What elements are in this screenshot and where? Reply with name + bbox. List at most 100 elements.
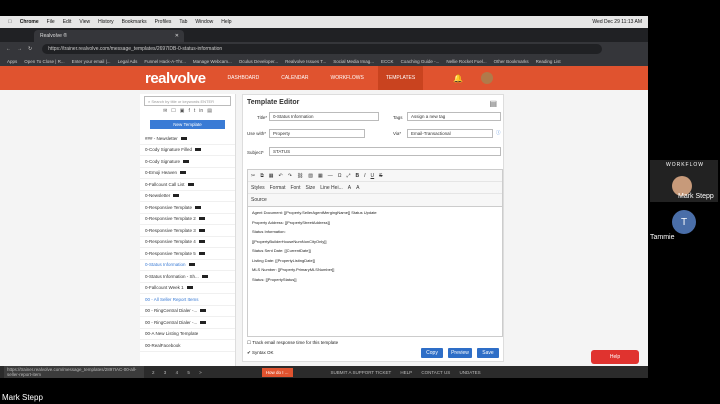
menu-history[interactable]: History <box>98 19 114 25</box>
bookmark-item[interactable]: Nellie Rocket Fuel... <box>446 59 486 64</box>
title-field[interactable]: 0-Status Information <box>269 112 379 121</box>
save-button[interactable]: Save <box>477 348 499 358</box>
list-item[interactable]: 0-Cody Signature Filled <box>140 145 235 156</box>
list-item[interactable]: 0-Responsive Template 3 <box>140 225 235 237</box>
page-4[interactable]: 4 <box>176 370 179 375</box>
list-item[interactable]: 0-Responsive Template 2 <box>140 214 235 225</box>
menu-edit[interactable]: Edit <box>63 19 72 25</box>
bookmark-item[interactable]: Legal Ads <box>118 59 138 64</box>
copy-button[interactable]: Copy <box>421 348 443 358</box>
text-color-icon[interactable]: A <box>348 185 351 191</box>
facebook-filter-icon[interactable]: f <box>189 108 190 114</box>
how-do-i-widget[interactable]: How do I ... <box>261 367 293 377</box>
list-item[interactable]: 00-A New Listing Template <box>140 329 235 340</box>
document-filter-icon[interactable]: ▤ <box>207 108 212 114</box>
undo-icon[interactable]: ↶ <box>279 173 283 179</box>
bookmark-item[interactable]: Realvolve Issues T... <box>285 59 326 64</box>
list-item-active[interactable]: 0-Status Information <box>140 260 235 271</box>
tags-select[interactable]: Assign a new tag <box>407 112 501 121</box>
list-item[interactable]: 0-Responsive Template 4 <box>140 237 235 248</box>
page-5[interactable]: 5 <box>187 370 190 375</box>
list-item[interactable]: 00 - All Seller Report Items <box>140 294 235 306</box>
bookmark-item[interactable]: Reading List <box>536 59 561 64</box>
bookmark-item[interactable]: Other Bookmarks <box>494 59 529 64</box>
contact-link[interactable]: CONTACT US <box>421 370 450 375</box>
menu-chrome[interactable]: Chrome <box>20 19 39 25</box>
bookmark-item[interactable]: ECCK <box>381 59 394 64</box>
reload-icon[interactable]: ↻ <box>28 46 32 52</box>
track-response-checkbox[interactable]: ☐ Track email response time for this tem… <box>247 340 338 346</box>
list-item[interactable]: 0-Fallcount Call List <box>140 179 235 191</box>
size-dropdown[interactable]: Size <box>305 185 315 191</box>
special-char-icon[interactable]: Ω <box>338 173 342 179</box>
bell-icon[interactable]: 🔔 <box>453 74 463 83</box>
menu-view[interactable]: View <box>79 19 90 25</box>
list-item[interactable]: 0-Status Information - Sh... <box>140 271 235 283</box>
template-search-input[interactable]: ⌕ Search by title or keywords ENTER <box>144 96 231 106</box>
font-dropdown[interactable]: Font <box>290 185 300 191</box>
editor-body[interactable]: Agent Document: [[Property.SellerAgentMe… <box>247 207 503 337</box>
line-height-dropdown[interactable]: Line Hei... <box>320 185 343 191</box>
linkedin-filter-icon[interactable]: in <box>199 108 203 114</box>
forward-icon[interactable]: → <box>17 46 22 52</box>
preview-button[interactable]: Preview <box>448 348 472 358</box>
help-button[interactable]: Help <box>591 350 639 364</box>
strike-icon[interactable]: S <box>379 173 382 179</box>
link-icon[interactable]: ⛓ <box>297 173 303 179</box>
apple-icon[interactable]:  <box>8 19 12 25</box>
paste-icon[interactable]: ▦ <box>269 173 274 179</box>
bg-color-icon[interactable]: A <box>356 185 359 191</box>
bookmark-item[interactable]: Oculus Developer... <box>239 59 278 64</box>
bookmark-item[interactable]: Coaching Guide -... <box>401 59 440 64</box>
menu-tab[interactable]: Tab <box>179 19 187 25</box>
bookmark-item[interactable]: Open To Close | R... <box>24 59 64 64</box>
info-icon[interactable]: ⓘ <box>496 130 501 136</box>
bold-icon[interactable]: B <box>356 173 360 179</box>
copy-icon[interactable]: ⧉ <box>260 173 264 179</box>
page-2[interactable]: 2 <box>152 370 155 375</box>
list-item[interactable]: 0-Newsletter <box>140 191 235 202</box>
redo-icon[interactable]: ↷ <box>288 173 292 179</box>
list-item[interactable]: 0-Responsive Template <box>140 202 235 214</box>
subject-field[interactable]: STATUS <box>269 147 501 156</box>
list-item[interactable]: 0-Cody Signature <box>140 156 235 168</box>
sms-filter-icon[interactable]: ▣ <box>180 108 185 114</box>
bookmark-item[interactable]: Funnel Hack-A-Thr... <box>144 59 186 64</box>
format-dropdown[interactable]: Format <box>270 185 286 191</box>
styles-dropdown[interactable]: Styles <box>251 185 265 191</box>
maximize-icon[interactable]: ⤢ <box>347 173 351 179</box>
image-icon[interactable]: ▨ <box>308 173 313 179</box>
realvolve-logo[interactable]: realvolve <box>145 70 206 87</box>
support-ticket-link[interactable]: SUBMIT A SUPPORT TICKET <box>331 370 392 375</box>
menu-help[interactable]: Help <box>221 19 231 25</box>
browser-tab[interactable]: Realvolve ® ✕ <box>34 30 184 42</box>
bookmark-item[interactable]: Enter your email |... <box>72 59 111 64</box>
italic-icon[interactable]: I <box>364 173 365 179</box>
list-item[interactable]: 00 - RingCentral Dialer -... <box>140 306 235 317</box>
list-item[interactable]: 0-Responsive Template 5 <box>140 248 235 260</box>
bookmark-item[interactable]: Manage Webcam... <box>193 59 232 64</box>
table-icon[interactable]: ▦ <box>318 173 323 179</box>
close-tab-icon[interactable]: ✕ <box>175 33 179 39</box>
avatar[interactable] <box>481 72 494 84</box>
help-link[interactable]: HELP <box>400 370 412 375</box>
hr-icon[interactable]: ― <box>328 173 333 179</box>
cut-icon[interactable]: ✂ <box>251 173 255 179</box>
menu-profiles[interactable]: Profiles <box>155 19 172 25</box>
nav-workflows[interactable]: WORKFLOWS <box>330 75 363 81</box>
email-filter-icon[interactable]: ✉ <box>163 108 167 114</box>
list-item[interactable]: 0-Emoji Heaven <box>140 168 235 179</box>
bookmark-item[interactable]: Social Media Imag... <box>333 59 374 64</box>
list-item[interactable]: 0-Fallcount Week 1 <box>140 283 235 294</box>
pdf-icon[interactable]: ▤ <box>489 99 497 108</box>
use-with-select[interactable]: Property <box>269 129 365 138</box>
menu-bookmarks[interactable]: Bookmarks <box>122 19 147 25</box>
menu-window[interactable]: Window <box>195 19 213 25</box>
nav-dashboard[interactable]: DASHBOARD <box>228 75 260 81</box>
page-next[interactable]: > <box>199 370 202 375</box>
twitter-filter-icon[interactable]: t <box>194 108 195 114</box>
updates-link[interactable]: UNDATES <box>459 370 480 375</box>
bookmark-item[interactable]: Apps <box>7 59 17 64</box>
new-template-button[interactable]: New Template <box>150 120 225 129</box>
list-item[interactable]: ### - Newsletter <box>140 133 235 145</box>
